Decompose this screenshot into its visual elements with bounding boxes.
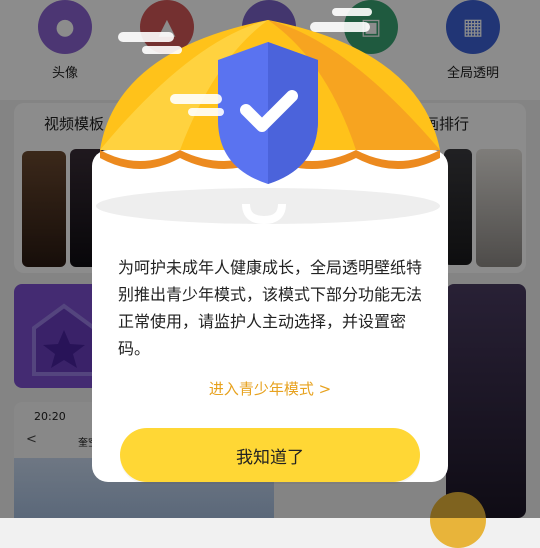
confirm-button-label: 我知道了 (236, 447, 304, 468)
confirm-button[interactable]: 我知道了 (120, 428, 420, 482)
enter-youth-mode-link[interactable]: 进入青少年模式 > (92, 378, 448, 399)
umbrella-shield-illustration (96, 8, 440, 225)
dialog-message: 为呵护未成年人健康成长，全局透明壁纸特别推出青少年模式，该模式下部分功能无法正常… (118, 258, 423, 358)
